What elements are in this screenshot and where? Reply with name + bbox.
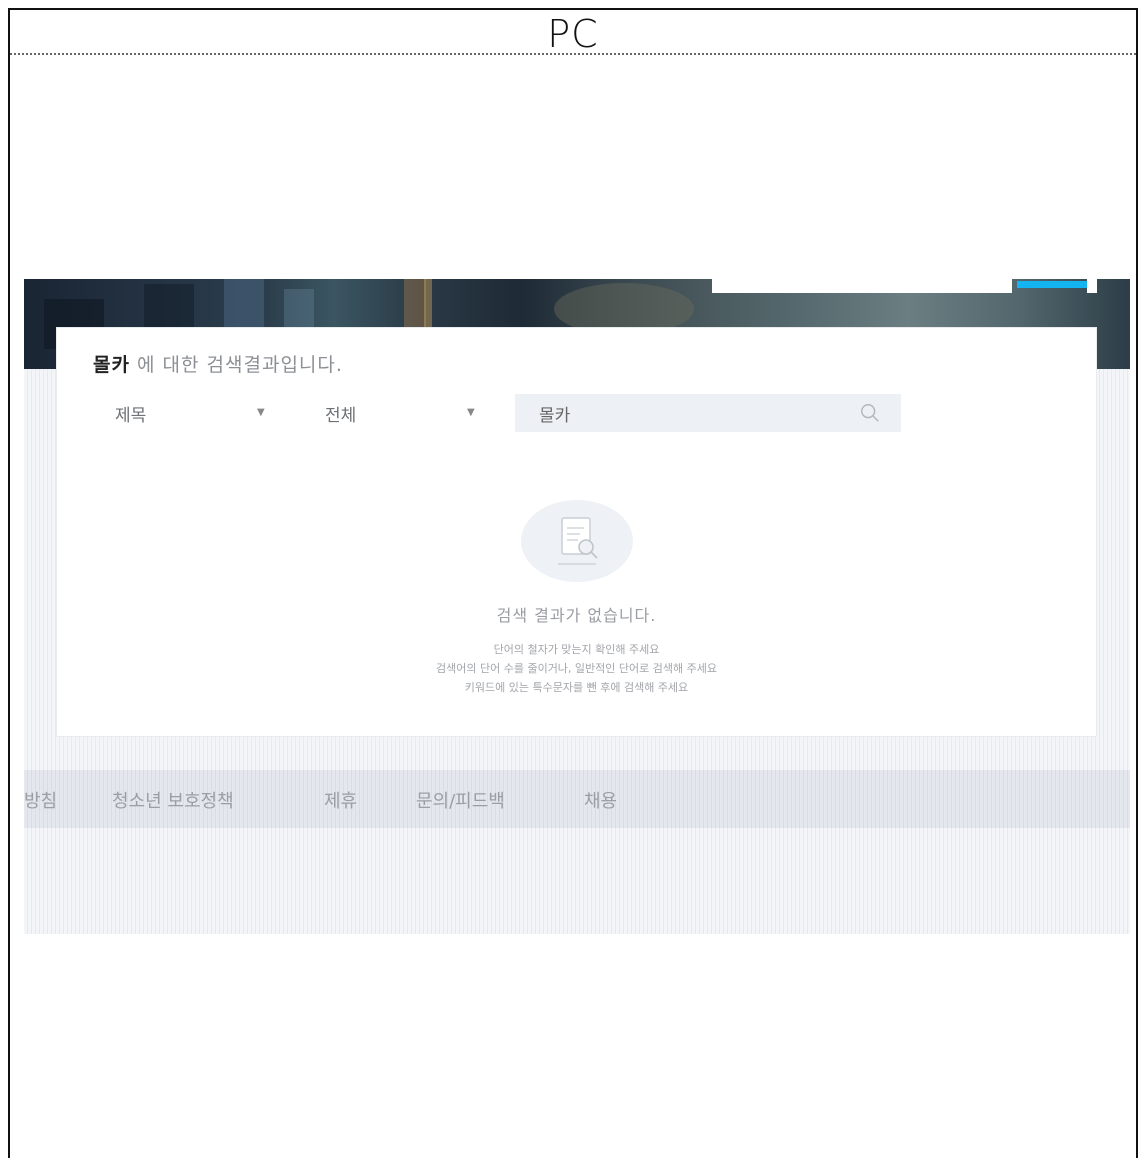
frame-divider — [10, 53, 1136, 55]
footer-link-careers[interactable]: 채용 — [584, 787, 617, 813]
banner-notch — [712, 279, 1012, 293]
no-results-tips: 단어의 철자가 맞는지 확인해 주세요 검색어의 단어 수를 줄이거나, 일반적… — [57, 640, 1096, 697]
footer-nav: 방침 청소년 보호정책 제휴 문의/피드백 채용 — [24, 770, 1130, 828]
search-keyword: 몰카 — [93, 354, 130, 376]
search-scope-select[interactable]: 전체 ▼ — [325, 398, 495, 428]
document-search-icon — [558, 517, 598, 565]
search-results-panel: 몰카 에 대한 검색결과입니다. 제목 ▼ 전체 ▼ 몰카 검색 결과가 없습니… — [56, 327, 1097, 737]
footer-link-feedback[interactable]: 문의/피드백 — [416, 787, 505, 813]
no-results-title: 검색 결과가 없습니다. — [496, 606, 657, 625]
search-scope-select-value: 전체 — [325, 405, 357, 426]
search-icon[interactable] — [859, 402, 881, 424]
banner-accent-bar — [1017, 281, 1087, 288]
search-result-heading: 몰카 에 대한 검색결과입니다. — [93, 350, 343, 377]
frame-title: PC — [547, 12, 599, 56]
tip-line: 단어의 철자가 맞는지 확인해 주세요 — [493, 643, 660, 656]
website-screenshot: 몰카 에 대한 검색결과입니다. 제목 ▼ 전체 ▼ 몰카 검색 결과가 없습니… — [24, 279, 1130, 934]
banner-notch-right — [1087, 279, 1097, 293]
search-heading-suffix: 에 대한 검색결과입니다. — [129, 354, 343, 376]
tip-line: 검색어의 단어 수를 줄이거나, 일반적인 단어로 검색해 주세요 — [436, 662, 717, 675]
search-field-select-value: 제목 — [115, 405, 147, 426]
no-results-illustration — [521, 500, 633, 582]
search-input[interactable] — [515, 394, 845, 432]
chevron-down-icon: ▼ — [257, 407, 265, 418]
search-field-select[interactable]: 제목 ▼ — [115, 398, 285, 428]
footer-link-partnership[interactable]: 제휴 — [324, 787, 357, 813]
chevron-down-icon: ▼ — [467, 407, 475, 418]
search-box — [515, 394, 901, 432]
tip-line: 키워드에 있는 특수문자를 뺀 후에 검색해 주세요 — [464, 681, 689, 694]
footer-link-privacy[interactable]: 방침 — [24, 787, 57, 813]
footer-link-youth-policy[interactable]: 청소년 보호정책 — [112, 787, 234, 813]
